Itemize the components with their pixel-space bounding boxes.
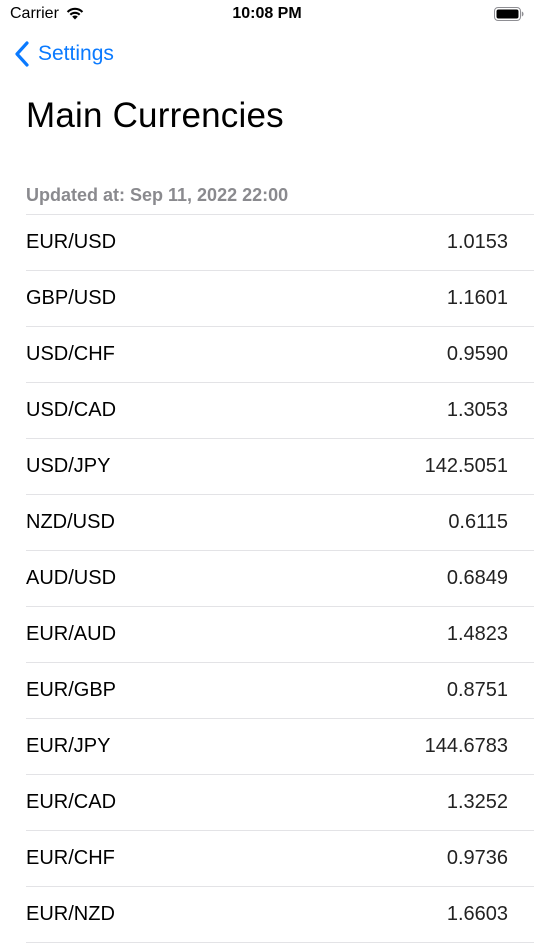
- updated-at-label: Updated at: Sep 11, 2022 22:00: [26, 185, 289, 205]
- currency-pair: EUR/CAD: [26, 791, 117, 813]
- currency-pair: GBP/USD: [26, 287, 117, 309]
- currency-row[interactable]: EUR/GBP 0.8751: [26, 663, 534, 719]
- currency-pair: EUR/NZD: [26, 903, 115, 925]
- currency-pair: USD/JPY: [26, 455, 111, 477]
- page-title: Main Currencies: [26, 96, 284, 135]
- currency-row[interactable]: EUR/USD 1.0153: [26, 215, 534, 271]
- currency-rate: 1.6603: [446, 903, 508, 925]
- currency-row[interactable]: GBP/USD 1.1601: [26, 271, 534, 327]
- currency-pair: NZD/USD: [26, 511, 115, 533]
- currency-row[interactable]: EUR/NZD 1.6603: [26, 887, 534, 943]
- currency-row[interactable]: EUR/AUD 1.4823: [26, 607, 534, 663]
- currency-row[interactable]: USD/CAD 1.3053: [26, 383, 534, 439]
- currency-row[interactable]: EUR/JPY 144.6783: [26, 719, 534, 775]
- chevron-left-icon: [15, 41, 29, 67]
- status-time: 10:08 PM: [232, 5, 302, 22]
- currency-rate: 1.3252: [446, 791, 508, 813]
- currency-rate: 1.3053: [446, 399, 508, 421]
- currency-rate: 0.9590: [446, 343, 508, 365]
- currency-rate: 0.6849: [446, 567, 508, 589]
- currency-pair: EUR/USD: [26, 231, 117, 253]
- currency-row[interactable]: NZD/USD 0.6115: [26, 495, 534, 551]
- currency-rate: 1.4823: [446, 623, 508, 645]
- currency-list: EUR/USD 1.0153 GBP/USD 1.1601 USD/CHF 0.…: [26, 214, 534, 943]
- currency-rate: 1.0153: [446, 231, 508, 253]
- currency-rate: 144.6783: [424, 735, 508, 757]
- currency-row[interactable]: AUD/USD 0.6849: [26, 551, 534, 607]
- currency-rate: 0.9736: [446, 847, 508, 869]
- currency-row[interactable]: EUR/CAD 1.3252: [26, 775, 534, 831]
- currency-row[interactable]: USD/CHF 0.9590: [26, 327, 534, 383]
- currency-rate: 1.1601: [446, 287, 508, 309]
- currency-rate: 0.6115: [448, 511, 508, 533]
- currency-pair: USD/CHF: [26, 343, 115, 365]
- currency-rate: 142.5051: [424, 455, 508, 477]
- currency-rate: 0.8751: [446, 679, 508, 701]
- currency-pair: EUR/CHF: [26, 847, 115, 869]
- currency-pair: EUR/AUD: [26, 623, 117, 645]
- currency-pair: EUR/GBP: [26, 679, 117, 701]
- currency-row[interactable]: EUR/CHF 0.9736: [26, 831, 534, 887]
- currency-pair: AUD/USD: [26, 567, 117, 589]
- battery-icon: [494, 7, 524, 21]
- back-button[interactable]: Settings: [14, 38, 114, 70]
- currency-pair: USD/CAD: [26, 399, 117, 421]
- currency-pair: EUR/JPY: [26, 735, 111, 757]
- currency-row[interactable]: USD/JPY 142.5051: [26, 439, 534, 495]
- status-bar: Carrier 10:08 PM: [0, 0, 534, 30]
- back-button-label: Settings: [38, 42, 114, 65]
